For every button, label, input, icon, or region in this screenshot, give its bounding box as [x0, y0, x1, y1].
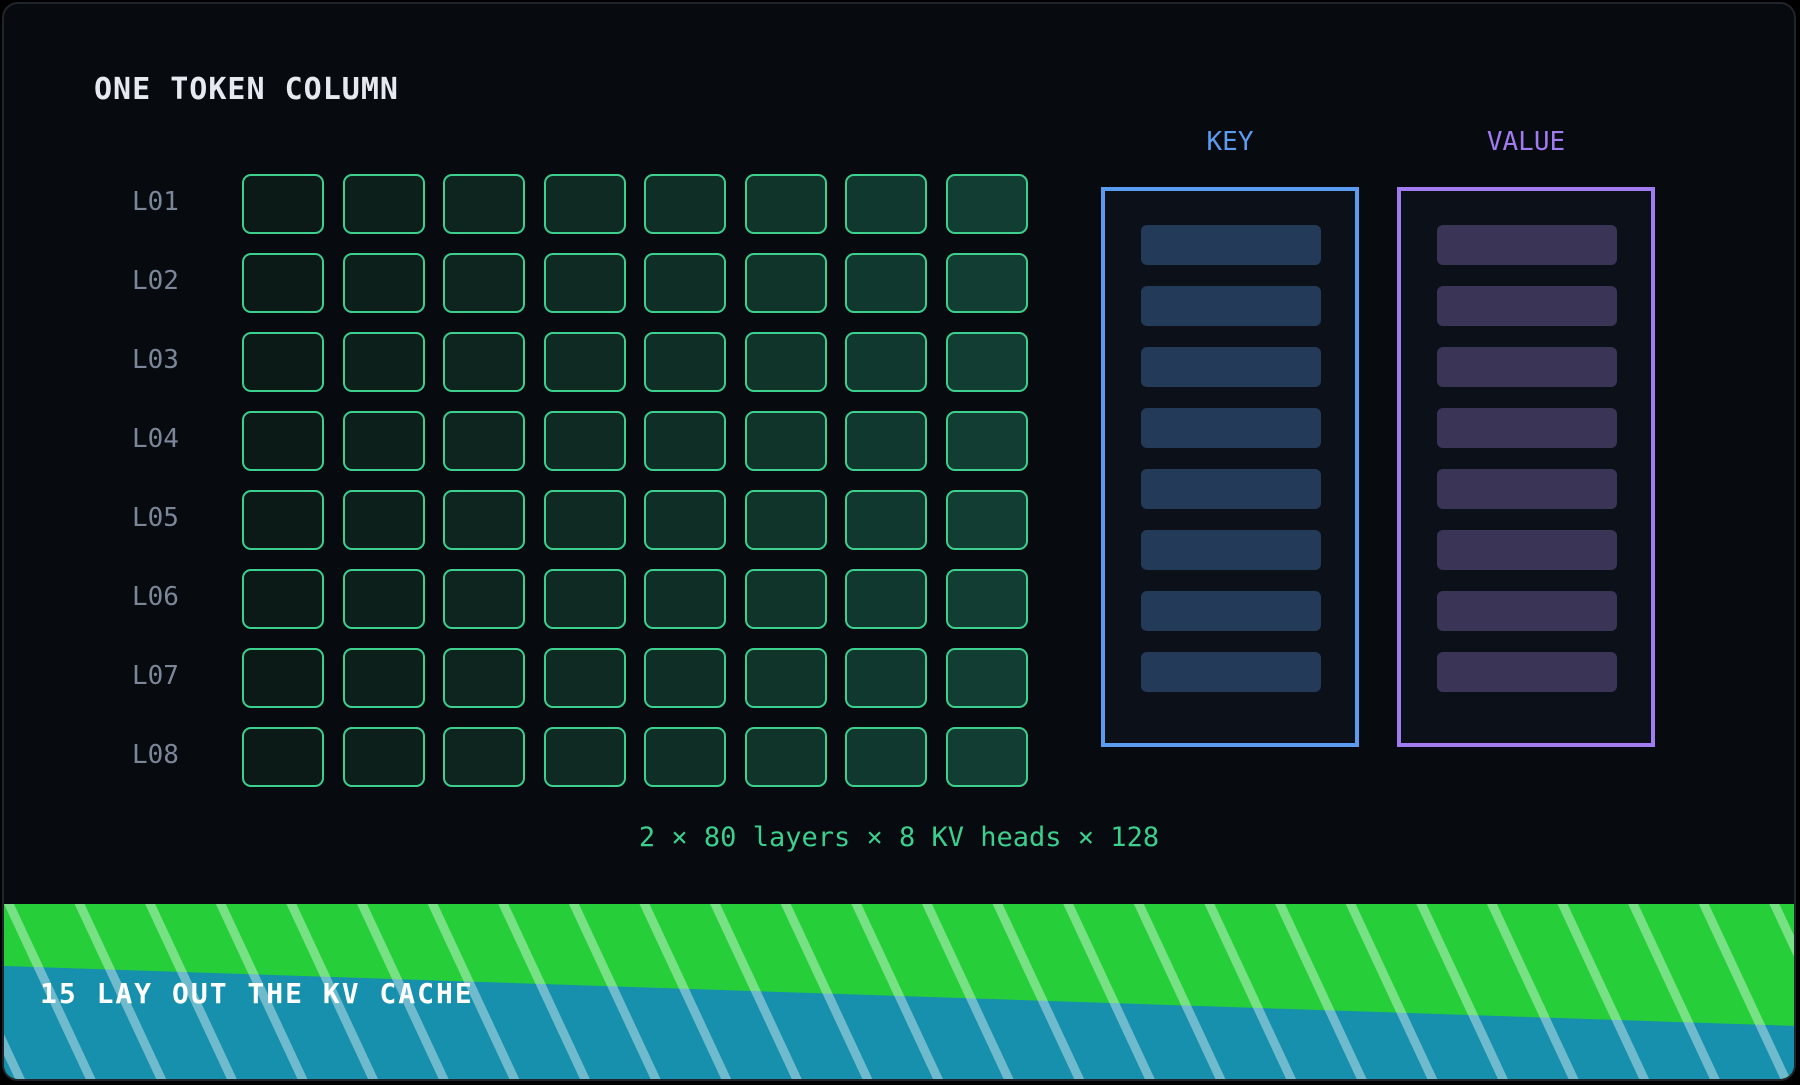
kv-head-cell — [744, 490, 827, 550]
value-slot — [1437, 469, 1617, 509]
kv-head-cell — [443, 174, 525, 234]
kv-head-cell — [945, 332, 1028, 392]
kv-head-cell — [443, 648, 525, 708]
banner-label: 15 LAY OUT THE KV CACHE — [40, 977, 474, 1010]
layer-label: L05 — [132, 503, 179, 533]
key-slot — [1141, 347, 1321, 387]
kv-head-cell — [342, 174, 425, 234]
kv-head-cell — [543, 727, 626, 787]
kv-head-cell — [342, 727, 425, 787]
kv-head-cell — [644, 648, 726, 708]
kv-head-cell — [342, 253, 425, 313]
kv-head-cell — [945, 648, 1028, 708]
key-panel-title: KEY — [1206, 127, 1254, 157]
kv-head-cell — [543, 174, 626, 234]
kv-head-cell — [443, 490, 525, 550]
layer-label: L06 — [132, 582, 179, 612]
layer-label: L02 — [132, 266, 179, 296]
kv-head-cell — [644, 253, 726, 313]
kv-head-cell — [242, 174, 324, 234]
value-slot — [1437, 530, 1617, 570]
kv-head-cell — [342, 648, 425, 708]
kv-head-cell — [543, 490, 626, 550]
layer-label: L03 — [132, 345, 179, 375]
layer-label: L04 — [132, 424, 179, 454]
key-slot — [1141, 286, 1321, 326]
diagram-frame: ONE TOKEN COLUMN L01 L02 L03 L04 L05 L06 L07 L0… — [2, 2, 1796, 1081]
layer-label: L07 — [132, 661, 179, 691]
kv-head-cell — [744, 648, 827, 708]
kv-head-cell — [644, 569, 726, 629]
key-slot — [1141, 530, 1321, 570]
kv-head-cell — [543, 648, 626, 708]
value-panel — [1397, 187, 1655, 747]
key-slot — [1141, 469, 1321, 509]
kv-head-cell — [845, 569, 927, 629]
kv-head-cell — [945, 253, 1028, 313]
key-panel — [1101, 187, 1359, 747]
section-banner: 15 LAY OUT THE KV CACHE — [4, 904, 1794, 1079]
kv-head-cell — [845, 490, 927, 550]
kv-head-cell — [644, 727, 726, 787]
kv-head-cell — [945, 569, 1028, 629]
kv-head-cell — [342, 411, 425, 471]
kv-head-cell — [644, 174, 726, 234]
kv-head-cell — [945, 490, 1028, 550]
kv-head-cell — [744, 569, 827, 629]
diagram-title: ONE TOKEN COLUMN — [94, 72, 399, 107]
key-slot — [1141, 408, 1321, 448]
kv-head-cell — [644, 332, 726, 392]
kv-head-cell — [543, 332, 626, 392]
kv-head-cell — [845, 648, 927, 708]
kv-head-cell — [342, 332, 425, 392]
kv-head-cell — [744, 253, 827, 313]
kv-head-cell — [242, 253, 324, 313]
kv-head-cell — [845, 332, 927, 392]
kv-head-cell — [845, 174, 927, 234]
kv-head-cell — [945, 411, 1028, 471]
kv-head-cell — [242, 727, 324, 787]
kv-head-cell — [242, 569, 324, 629]
key-slot — [1141, 591, 1321, 631]
kv-head-cell — [945, 174, 1028, 234]
value-slot — [1437, 225, 1617, 265]
layer-label: L08 — [132, 740, 179, 770]
kv-head-cell — [342, 569, 425, 629]
kv-head-cell — [242, 332, 324, 392]
layer-label: L01 — [132, 187, 179, 217]
dimension-formula: 2 × 80 layers × 8 KV heads × 128 — [638, 822, 1160, 853]
kv-head-cell — [242, 490, 324, 550]
kv-head-cell — [443, 332, 525, 392]
key-slot — [1141, 225, 1321, 265]
value-slot — [1437, 347, 1617, 387]
kv-head-cell — [543, 253, 626, 313]
kv-head-cell — [543, 411, 626, 471]
kv-head-cell — [242, 648, 324, 708]
kv-head-cell — [945, 727, 1028, 787]
kv-head-cell — [443, 569, 525, 629]
kv-head-cell — [845, 727, 927, 787]
kv-head-cell — [443, 411, 525, 471]
kv-head-cell — [744, 174, 827, 234]
key-slot — [1141, 652, 1321, 692]
kv-head-cell — [342, 490, 425, 550]
kv-head-cell — [543, 569, 626, 629]
kv-head-cell — [744, 727, 827, 787]
kv-head-cell — [242, 411, 324, 471]
kv-head-cell — [443, 727, 525, 787]
kv-head-cell — [845, 411, 927, 471]
value-panel-title: VALUE — [1486, 127, 1566, 157]
value-slot — [1437, 408, 1617, 448]
kv-head-cell — [443, 253, 525, 313]
kv-head-cell — [744, 332, 827, 392]
value-slot — [1437, 286, 1617, 326]
value-slot — [1437, 591, 1617, 631]
kv-head-cell — [744, 411, 827, 471]
kv-head-cell — [644, 411, 726, 471]
value-slot — [1437, 652, 1617, 692]
kv-head-cell — [644, 490, 726, 550]
kv-head-cell — [845, 253, 927, 313]
